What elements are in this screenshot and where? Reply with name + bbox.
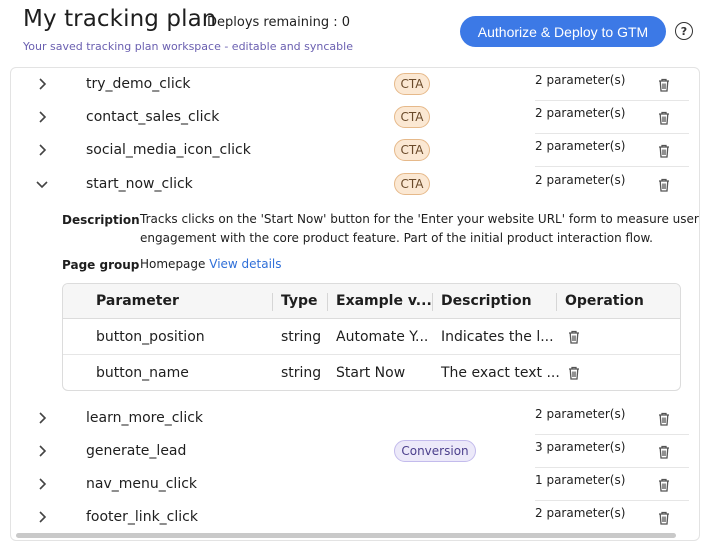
- page-group-label: Page group: [62, 258, 140, 272]
- authorize-deploy-button[interactable]: Authorize & Deploy to GTM: [460, 16, 666, 47]
- event-name: social_media_icon_click: [86, 142, 251, 158]
- trash-icon[interactable]: [656, 177, 672, 193]
- event-row-expanded[interactable]: start_now_click CTA 2 parameter(s): [11, 168, 689, 201]
- page-group-name: Homepage: [140, 257, 206, 271]
- parameter-type: string: [281, 329, 322, 345]
- parameter-name: button_position: [96, 329, 205, 345]
- category-badge: CTA: [394, 73, 430, 95]
- description-text-line1: Tracks clicks on the 'Start Now' button …: [140, 212, 699, 226]
- chevron-right-icon[interactable]: [35, 477, 49, 491]
- parameter-table: Parameter Type Example v... Description …: [62, 283, 681, 391]
- column-divider[interactable]: [432, 293, 433, 311]
- parameter-count: 2 parameter(s): [535, 106, 626, 120]
- chevron-right-icon[interactable]: [35, 510, 49, 524]
- parameter-count: 2 parameter(s): [535, 506, 626, 520]
- event-name: learn_more_click: [86, 410, 204, 426]
- trash-icon[interactable]: [656, 477, 672, 493]
- page-title: My tracking plan: [23, 6, 217, 32]
- parameter-example: Start Now: [336, 365, 406, 381]
- column-header-type[interactable]: Type: [281, 293, 318, 309]
- category-badge: CTA: [394, 139, 430, 161]
- column-divider[interactable]: [327, 293, 328, 311]
- trash-icon[interactable]: [656, 444, 672, 460]
- help-icon[interactable]: ?: [675, 22, 693, 40]
- parameter-count: 2 parameter(s): [535, 173, 626, 187]
- event-name: start_now_click: [86, 176, 193, 192]
- event-row[interactable]: try_demo_click CTA 2 parameter(s): [11, 68, 689, 101]
- page-group-value: Homepage View details: [140, 255, 282, 274]
- row-divider: [535, 166, 689, 167]
- category-badge: CTA: [394, 173, 430, 195]
- page-subtitle: Your saved tracking plan workspace - edi…: [23, 40, 353, 53]
- event-row[interactable]: contact_sales_click CTA 2 parameter(s): [11, 101, 689, 134]
- parameter-count: 2 parameter(s): [535, 407, 626, 421]
- event-name: generate_lead: [86, 443, 187, 459]
- parameter-count: 2 parameter(s): [535, 139, 626, 153]
- description-label: Description: [62, 213, 140, 227]
- chevron-right-icon[interactable]: [35, 77, 49, 91]
- view-details-link[interactable]: View details: [209, 257, 281, 271]
- event-row[interactable]: nav_menu_click 1 parameter(s): [11, 468, 689, 501]
- trash-icon[interactable]: [656, 411, 672, 427]
- trash-icon[interactable]: [656, 77, 672, 93]
- trash-icon[interactable]: [566, 329, 582, 345]
- event-name: try_demo_click: [86, 76, 191, 92]
- column-header-parameter[interactable]: Parameter: [96, 293, 179, 309]
- parameter-table-header: Parameter Type Example v... Description …: [63, 284, 680, 319]
- parameter-count: 1 parameter(s): [535, 473, 626, 487]
- parameter-type: string: [281, 365, 322, 381]
- page-header: My tracking plan Deploys remaining : 0 Y…: [0, 0, 711, 66]
- parameter-row: button_position string Automate Y... Ind…: [63, 319, 680, 355]
- trash-icon[interactable]: [656, 510, 672, 526]
- horizontal-scrollbar[interactable]: [16, 533, 676, 538]
- trash-icon[interactable]: [566, 365, 582, 381]
- parameter-description: Indicates the l...: [441, 329, 554, 345]
- parameter-example: Automate Y...: [336, 329, 429, 345]
- event-name: footer_link_click: [86, 509, 198, 525]
- event-name: nav_menu_click: [86, 476, 198, 492]
- parameter-description: The exact text ...: [441, 365, 560, 381]
- event-name: contact_sales_click: [86, 109, 220, 125]
- chevron-right-icon[interactable]: [35, 411, 49, 425]
- column-header-description[interactable]: Description: [441, 293, 532, 309]
- parameter-name: button_name: [96, 365, 189, 381]
- event-row[interactable]: footer_link_click 2 parameter(s): [11, 501, 689, 534]
- trash-icon[interactable]: [656, 143, 672, 159]
- column-header-operation[interactable]: Operation: [565, 293, 644, 309]
- event-row[interactable]: learn_more_click 2 parameter(s): [11, 402, 689, 435]
- parameter-count: 2 parameter(s): [535, 73, 626, 87]
- chevron-right-icon[interactable]: [35, 110, 49, 124]
- column-header-example[interactable]: Example v...: [336, 293, 432, 309]
- trash-icon[interactable]: [656, 110, 672, 126]
- parameter-row: button_name string Start Now The exact t…: [63, 355, 680, 390]
- column-divider[interactable]: [272, 293, 273, 311]
- event-row[interactable]: generate_lead Conversion 3 parameter(s): [11, 435, 689, 468]
- description-text-line2: engagement with the core product feature…: [140, 231, 653, 245]
- event-row[interactable]: social_media_icon_click CTA 2 parameter(…: [11, 134, 689, 167]
- chevron-right-icon[interactable]: [35, 143, 49, 157]
- category-badge: CTA: [394, 106, 430, 128]
- chevron-right-icon[interactable]: [35, 444, 49, 458]
- parameter-count: 3 parameter(s): [535, 440, 626, 454]
- tracking-plan-list: try_demo_click CTA 2 parameter(s) contac…: [10, 67, 700, 541]
- column-divider[interactable]: [556, 293, 557, 311]
- category-badge: Conversion: [394, 440, 476, 462]
- chevron-down-icon[interactable]: [35, 177, 49, 191]
- deploys-remaining: Deploys remaining : 0: [207, 15, 350, 30]
